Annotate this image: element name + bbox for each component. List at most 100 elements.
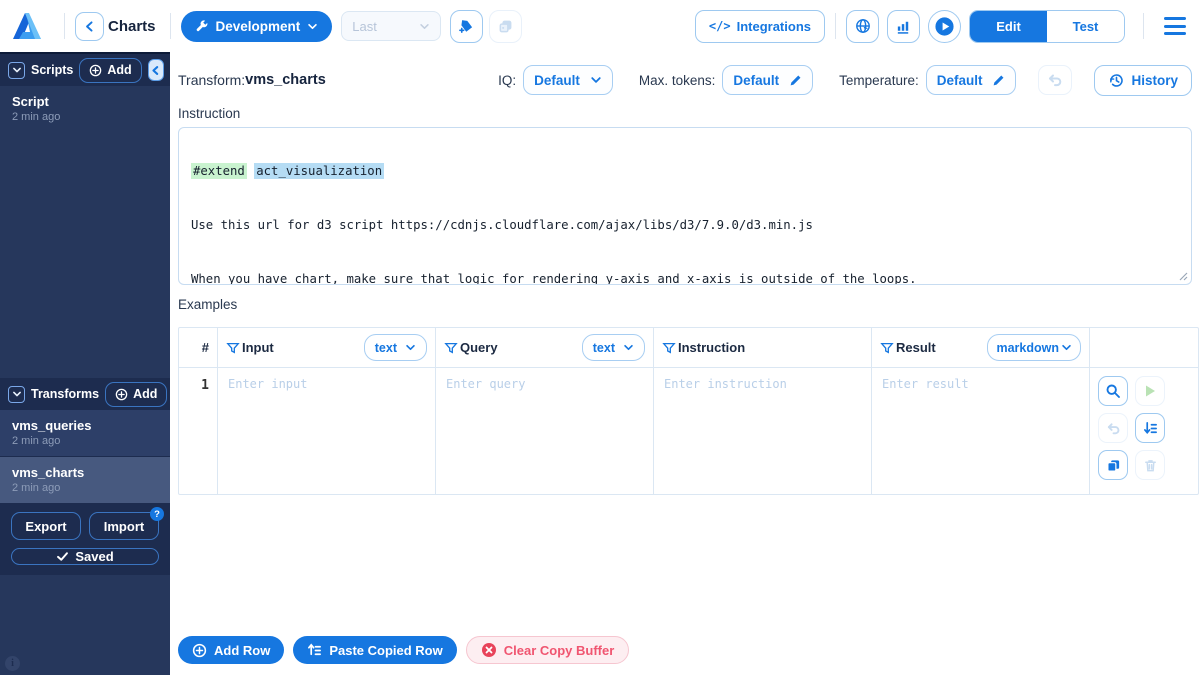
top-bar: Charts Development Last </> Integrations [0,0,1200,52]
copy-icon [1106,458,1121,473]
add-tag-button[interactable] [450,10,483,43]
filter-icon[interactable] [226,341,240,355]
history-button[interactable]: History [1094,65,1192,96]
chevron-down-icon [1061,342,1072,353]
insert-row-icon [1143,421,1158,436]
copy-version-button [489,10,522,43]
transform-item-vms-charts[interactable]: vms_charts 2 min ago [0,457,170,503]
edit-tab[interactable]: Edit [970,11,1047,42]
row-insert-button[interactable] [1135,413,1165,443]
actions-column-header [1090,328,1198,367]
scripts-list: Script 2 min ago [0,86,170,378]
trash-icon [1143,458,1158,473]
row-undo-button [1098,413,1128,443]
chevron-down-icon [590,74,602,86]
row-actions [1090,368,1198,494]
transform-name: vms_charts [245,72,326,88]
sidebar: Scripts Add Script 2 min ago [0,52,170,675]
charts-button[interactable] [887,10,920,43]
chevron-down-icon [623,342,634,353]
history-clock-icon [1108,72,1125,89]
row-copy-button[interactable] [1098,450,1128,480]
divider [1143,13,1144,39]
transform-item-vms-queries[interactable]: vms_queries 2 min ago [0,410,170,457]
examples-table: # Input text Query text [178,327,1199,495]
globe-button[interactable] [846,10,879,43]
extend-directive: #extend [191,163,247,179]
row-run-button [1135,376,1165,406]
sidebar-collapse-button[interactable] [148,59,164,81]
instruction-textarea[interactable]: #extend act_visualization Use this url f… [178,127,1192,285]
scripts-section-header: Scripts Add [0,54,170,86]
resize-handle[interactable] [1177,270,1188,281]
temperature-edit[interactable]: Default [926,65,1017,95]
version-select[interactable]: Last [341,11,441,41]
filter-icon[interactable] [444,341,458,355]
input-column-header: Input text [218,328,436,367]
plus-circle-icon [89,64,102,77]
divider [835,13,836,39]
page-title: Charts [108,18,156,35]
integrations-button[interactable]: </> Integrations [695,10,825,43]
hamburger-icon [1164,17,1186,20]
divider [64,13,65,39]
iq-dropdown[interactable]: Default [523,65,613,95]
help-badge[interactable]: ? [150,507,164,521]
undo-icon [1047,72,1063,88]
script-list-item[interactable]: Script 2 min ago [0,86,170,132]
scripts-section-title: Scripts [31,63,73,77]
pencil-icon [992,74,1005,87]
test-tab[interactable]: Test [1047,11,1124,42]
row-delete-button [1135,450,1165,480]
row-inspect-button[interactable] [1098,376,1128,406]
instruction-cell[interactable]: Enter instruction [654,368,872,494]
sidebar-footer: Export Import ? Saved [0,503,170,575]
input-cell[interactable]: Enter input [218,368,436,494]
query-cell[interactable]: Enter query [436,368,654,494]
scripts-collapse-icon[interactable] [8,62,25,79]
code-brackets-icon: </> [709,19,731,33]
tag-plus-icon [458,18,475,35]
table-footer-actions: Add Row Paste Copied Row Clear Copy Buff… [178,636,1192,664]
max-tokens-edit[interactable]: Default [722,65,813,95]
export-button[interactable]: Export [11,512,81,540]
filter-icon[interactable] [880,341,894,355]
menu-button[interactable] [1162,13,1188,39]
result-cell[interactable]: Enter result [872,368,1090,494]
import-button[interactable]: Import ? [89,512,159,540]
chevron-down-icon [419,21,430,32]
saved-status-button[interactable]: Saved [11,548,159,565]
input-type-dropdown[interactable]: text [364,334,427,361]
transforms-section-header: Transforms Add [0,378,170,410]
run-button[interactable] [928,10,961,43]
transforms-collapse-icon[interactable] [8,386,25,403]
add-row-button[interactable]: Add Row [178,636,284,664]
chevron-left-icon [83,20,96,33]
back-button[interactable] [75,12,104,41]
magnifier-icon [1105,383,1121,399]
query-type-dropdown[interactable]: text [582,334,645,361]
paste-copied-row-button[interactable]: Paste Copied Row [293,636,456,664]
result-type-dropdown[interactable]: markdown [987,334,1081,361]
row-number: 1 [179,368,218,494]
transform-label: Transform: [178,72,245,88]
main-panel: Transform:vms_charts IQ: Default Max. to… [170,52,1200,675]
clear-copy-buffer-button[interactable]: Clear Copy Buffer [466,636,630,664]
chevron-down-icon [405,342,416,353]
transforms-list: vms_queries 2 min ago vms_charts 2 min a… [0,410,170,503]
add-script-button[interactable]: Add [79,58,141,83]
transform-header: Transform:vms_charts IQ: Default Max. to… [178,64,1192,96]
iq-param: IQ: Default [498,65,613,95]
chevron-down-icon [307,21,318,32]
info-icon: i [5,656,20,671]
wrench-icon [195,19,209,33]
app-window: Charts Development Last </> Integrations [0,0,1200,675]
bar-chart-icon [895,18,912,35]
topbar-actions: </> Integrations [695,10,1188,43]
filter-icon[interactable] [662,341,676,355]
environment-dropdown-button[interactable]: Development [181,11,333,42]
add-transform-button[interactable]: Add [105,382,167,407]
temperature-param: Temperature: Default [839,65,1016,95]
instruction-column-header: Instruction [654,328,872,367]
undo-icon [1106,421,1121,436]
